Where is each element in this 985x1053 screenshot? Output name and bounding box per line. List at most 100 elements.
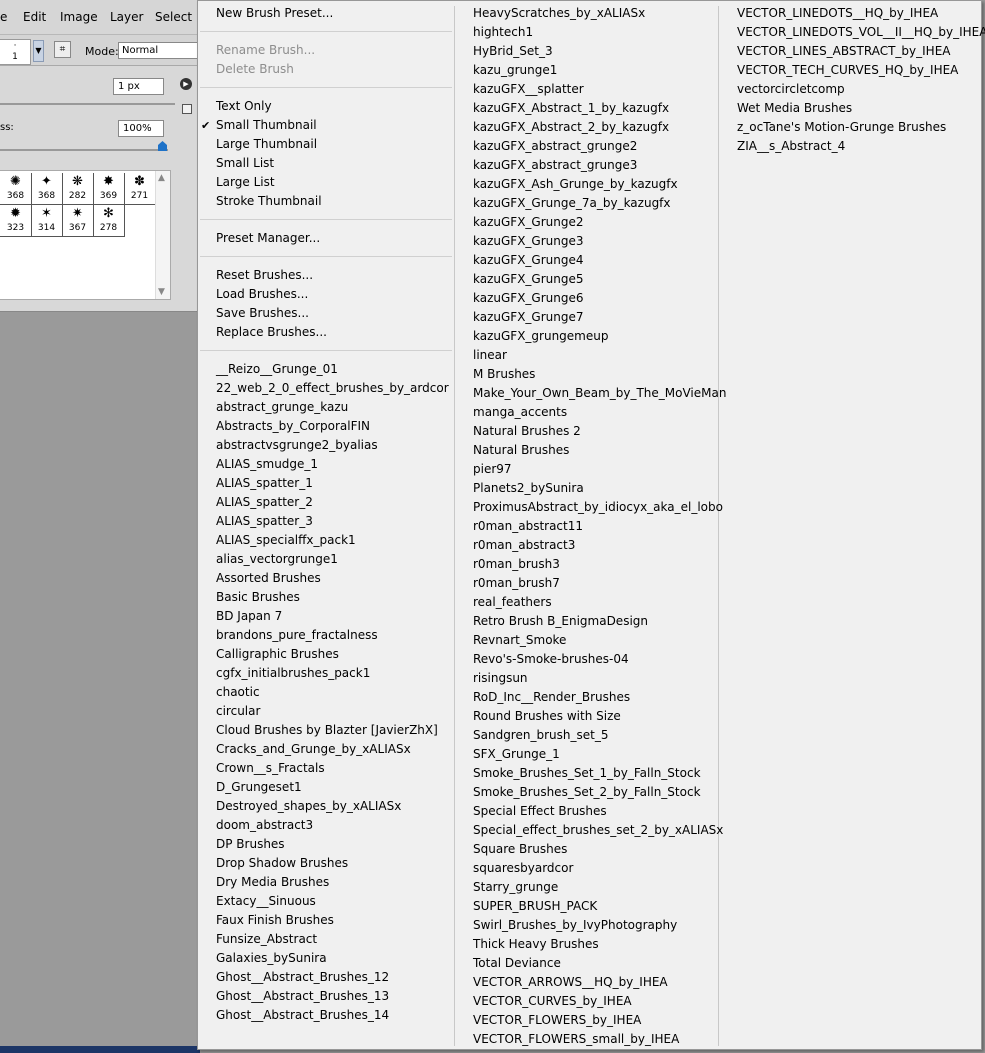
brush-library-proximusabstract-by-idiocyx-aka-el-lobo[interactable]: ProximusAbstract_by_idiocyx_aka_el_lobo bbox=[455, 498, 723, 517]
brush-library-alias-spatter-3[interactable]: ALIAS_spatter_3 bbox=[198, 512, 454, 531]
menu-item-small-list[interactable]: Small List bbox=[198, 154, 454, 173]
hardness-field[interactable]: 100% bbox=[118, 120, 164, 137]
brush-library-calligraphic-brushes[interactable]: Calligraphic Brushes bbox=[198, 645, 454, 664]
menu-edit[interactable]: Edit bbox=[23, 10, 46, 24]
brush-library-ghost-abstract-brushes-13[interactable]: Ghost__Abstract_Brushes_13 bbox=[198, 987, 454, 1006]
brush-library-kazugfx-grunge4[interactable]: kazuGFX_Grunge4 bbox=[455, 251, 718, 270]
brush-library-r0man-brush7[interactable]: r0man_brush7 bbox=[455, 574, 718, 593]
brush-thumbnail[interactable]: ✦ 368 bbox=[31, 173, 63, 205]
menu-select[interactable]: Select bbox=[155, 10, 192, 24]
brush-library-risingsun[interactable]: risingsun bbox=[455, 669, 718, 688]
grid-scrollbar[interactable]: ▲ ▼ bbox=[155, 171, 170, 299]
brush-library-alias-smudge-1[interactable]: ALIAS_smudge_1 bbox=[198, 455, 454, 474]
brush-library-manga-accents[interactable]: manga_accents bbox=[455, 403, 718, 422]
menu-item-large-thumbnail[interactable]: Large Thumbnail bbox=[198, 135, 454, 154]
brush-library-vector-linedots-hq-by-ihea[interactable]: VECTOR_LINEDOTS__HQ_by_IHEA bbox=[719, 4, 981, 23]
brush-library-kazugfx-ash-grunge-by-kazugfx[interactable]: kazuGFX_Ash_Grunge_by_kazugfx bbox=[455, 175, 718, 194]
new-preset-icon[interactable] bbox=[182, 104, 192, 114]
brush-thumbnail[interactable]: ✻ 278 bbox=[93, 205, 125, 237]
brush-library-alias-spatter-1[interactable]: ALIAS_spatter_1 bbox=[198, 474, 454, 493]
brush-library-smoke-brushes-set-2-by-falln-stock[interactable]: Smoke_Brushes_Set_2_by_Falln_Stock bbox=[455, 783, 718, 802]
brush-library-22-web-2-0-effect-brushes-by-ardcor[interactable]: 22_web_2_0_effect_brushes_by_ardcor bbox=[198, 379, 454, 398]
brush-library-retro-brush-b-enigmadesign[interactable]: Retro Brush B_EnigmaDesign bbox=[455, 612, 718, 631]
brush-library-r0man-abstract3[interactable]: r0man_abstract3 bbox=[455, 536, 718, 555]
brush-library-destroyed-shapes-by-xaliasx[interactable]: Destroyed_shapes_by_xALIASx bbox=[198, 797, 454, 816]
brush-library-kazugfx-grunge3[interactable]: kazuGFX_Grunge3 bbox=[455, 232, 718, 251]
brush-library-zia-s-abstract-4[interactable]: ZIA__s_Abstract_4 bbox=[719, 137, 981, 156]
brush-library-real-feathers[interactable]: real_feathers bbox=[455, 593, 718, 612]
brush-thumbnail[interactable]: ✶ 314 bbox=[31, 205, 63, 237]
menu-item-large-list[interactable]: Large List bbox=[198, 173, 454, 192]
brush-library-extacy-sinuous[interactable]: Extacy__Sinuous bbox=[198, 892, 454, 911]
brush-library-doom-abstract3[interactable]: doom_abstract3 bbox=[198, 816, 454, 835]
brush-library-starry-grunge[interactable]: Starry_grunge bbox=[455, 878, 718, 897]
menu-image[interactable]: Image bbox=[60, 10, 98, 24]
brush-library-special-effect-brushes[interactable]: Special Effect Brushes bbox=[455, 802, 718, 821]
brush-library-kazugfx-grungemeup[interactable]: kazuGFX_grungemeup bbox=[455, 327, 718, 346]
brush-library-cloud-brushes-by-blazter-javierzhx[interactable]: Cloud Brushes by Blazter [JavierZhX] bbox=[198, 721, 454, 740]
brush-library-kazugfx-grunge5[interactable]: kazuGFX_Grunge5 bbox=[455, 270, 718, 289]
brush-library-hybrid-set-3[interactable]: HyBrid_Set_3 bbox=[455, 42, 718, 61]
brush-library-d-grungeset1[interactable]: D_Grungeset1 bbox=[198, 778, 454, 797]
brush-library-squaresbyardcor[interactable]: squaresbyardcor bbox=[455, 859, 718, 878]
brush-preset-picker[interactable]: · 1 bbox=[0, 39, 31, 65]
brush-library-ghost-abstract-brushes-12[interactable]: Ghost__Abstract_Brushes_12 bbox=[198, 968, 454, 987]
brush-library-revo-s-smoke-brushes-04[interactable]: Revo's-Smoke-brushes-04 bbox=[455, 650, 718, 669]
brush-library-vector-flowers-by-ihea[interactable]: VECTOR_FLOWERS_by_IHEA bbox=[455, 1011, 718, 1030]
brush-library-natural-brushes-2[interactable]: Natural Brushes 2 bbox=[455, 422, 718, 441]
brush-library-linear[interactable]: linear bbox=[455, 346, 718, 365]
brush-library-make-your-own-beam-by-the-movieman[interactable]: Make_Your_Own_Beam_by_The_MoVieMan bbox=[455, 384, 726, 403]
brush-library-reizo-grunge-01[interactable]: __Reizo__Grunge_01 bbox=[198, 360, 454, 379]
brush-library-sfx-grunge-1[interactable]: SFX_Grunge_1 bbox=[455, 745, 718, 764]
brush-library-funsize-abstract[interactable]: Funsize_Abstract bbox=[198, 930, 454, 949]
brush-library-abstractvsgrunge2-byalias[interactable]: abstractvsgrunge2_byalias bbox=[198, 436, 454, 455]
brush-library-assorted-brushes[interactable]: Assorted Brushes bbox=[198, 569, 454, 588]
brush-library-kazugfx-grunge7[interactable]: kazuGFX_Grunge7 bbox=[455, 308, 718, 327]
brush-library-vector-arrows-hq-by-ihea[interactable]: VECTOR_ARROWS__HQ_by_IHEA bbox=[455, 973, 718, 992]
brush-library-kazugfx-abstract-grunge3[interactable]: kazuGFX_abstract_grunge3 bbox=[455, 156, 718, 175]
brush-library-special-effect-brushes-set-2-by-xaliasx[interactable]: Special_effect_brushes_set_2_by_xALIASx bbox=[455, 821, 723, 840]
brush-library-cracks-and-grunge-by-xaliasx[interactable]: Cracks_and_Grunge_by_xALIASx bbox=[198, 740, 454, 759]
brush-thumbnail[interactable]: ✹ 323 bbox=[0, 205, 32, 237]
brush-library-bd-japan-7[interactable]: BD Japan 7 bbox=[198, 607, 454, 626]
brush-library-vector-curves-by-ihea[interactable]: VECTOR_CURVES_by_IHEA bbox=[455, 992, 718, 1011]
brush-library-alias-vectorgrunge1[interactable]: alias_vectorgrunge1 bbox=[198, 550, 454, 569]
brush-library-r0man-brush3[interactable]: r0man_brush3 bbox=[455, 555, 718, 574]
brush-library-heavyscratches-by-xaliasx[interactable]: HeavyScratches_by_xALIASx bbox=[455, 4, 718, 23]
brush-library-kazugfx-abstract-1-by-kazugfx[interactable]: kazuGFX_Abstract_1_by_kazugfx bbox=[455, 99, 718, 118]
brush-library-z-octane-s-motion-grunge-brushes[interactable]: z_ocTane's Motion-Grunge Brushes bbox=[719, 118, 981, 137]
brush-library-dry-media-brushes[interactable]: Dry Media Brushes bbox=[198, 873, 454, 892]
brush-library-square-brushes[interactable]: Square Brushes bbox=[455, 840, 718, 859]
brush-library-abstract-grunge-kazu[interactable]: abstract_grunge_kazu bbox=[198, 398, 454, 417]
menu-item-stroke-thumbnail[interactable]: Stroke Thumbnail bbox=[198, 192, 454, 211]
brush-library-kazugfx-splatter[interactable]: kazuGFX__splatter bbox=[455, 80, 718, 99]
brush-library-kazugfx-grunge2[interactable]: kazuGFX_Grunge2 bbox=[455, 213, 718, 232]
menu-layer[interactable]: Layer bbox=[110, 10, 143, 24]
menu-item-reset-brushes[interactable]: Reset Brushes... bbox=[198, 266, 454, 285]
brush-thumbnail[interactable]: ✷ 367 bbox=[62, 205, 94, 237]
flyout-menu-icon[interactable]: ▶ bbox=[180, 78, 192, 90]
menu-item-preset-manager[interactable]: Preset Manager... bbox=[198, 229, 454, 248]
menu-file[interactable]: e bbox=[0, 10, 7, 24]
brush-library-kazu-grunge1[interactable]: kazu_grunge1 bbox=[455, 61, 718, 80]
brush-library-r0man-abstract11[interactable]: r0man_abstract11 bbox=[455, 517, 718, 536]
brush-library-brandons-pure-fractalness[interactable]: brandons_pure_fractalness bbox=[198, 626, 454, 645]
menu-item-save-brushes[interactable]: Save Brushes... bbox=[198, 304, 454, 323]
brush-library-vector-flowers-small-by-ihea[interactable]: VECTOR_FLOWERS_small_by_IHEA bbox=[455, 1030, 718, 1049]
brush-library-super-brush-pack[interactable]: SUPER_BRUSH_PACK bbox=[455, 897, 718, 916]
brush-library-dp-brushes[interactable]: DP Brushes bbox=[198, 835, 454, 854]
brush-library-crown-s-fractals[interactable]: Crown__s_Fractals bbox=[198, 759, 454, 778]
brush-thumbnail[interactable]: ❋ 282 bbox=[62, 173, 94, 205]
brush-library-natural-brushes[interactable]: Natural Brushes bbox=[455, 441, 718, 460]
brush-library-wet-media-brushes[interactable]: Wet Media Brushes bbox=[719, 99, 981, 118]
brush-thumbnail[interactable]: ✽ 271 bbox=[124, 173, 156, 205]
brush-library-basic-brushes[interactable]: Basic Brushes bbox=[198, 588, 454, 607]
brush-library-smoke-brushes-set-1-by-falln-stock[interactable]: Smoke_Brushes_Set_1_by_Falln_Stock bbox=[455, 764, 718, 783]
brush-library-revnart-smoke[interactable]: Revnart_Smoke bbox=[455, 631, 718, 650]
hardness-slider-thumb[interactable] bbox=[158, 141, 167, 151]
scroll-up-icon[interactable]: ▲ bbox=[158, 173, 165, 183]
brush-library-vector-lines-abstract-by-ihea[interactable]: VECTOR_LINES_ABSTRACT_by_IHEA bbox=[719, 42, 981, 61]
hardness-slider[interactable] bbox=[0, 149, 168, 151]
brush-library-circular[interactable]: circular bbox=[198, 702, 454, 721]
brush-library-alias-spatter-2[interactable]: ALIAS_spatter_2 bbox=[198, 493, 454, 512]
